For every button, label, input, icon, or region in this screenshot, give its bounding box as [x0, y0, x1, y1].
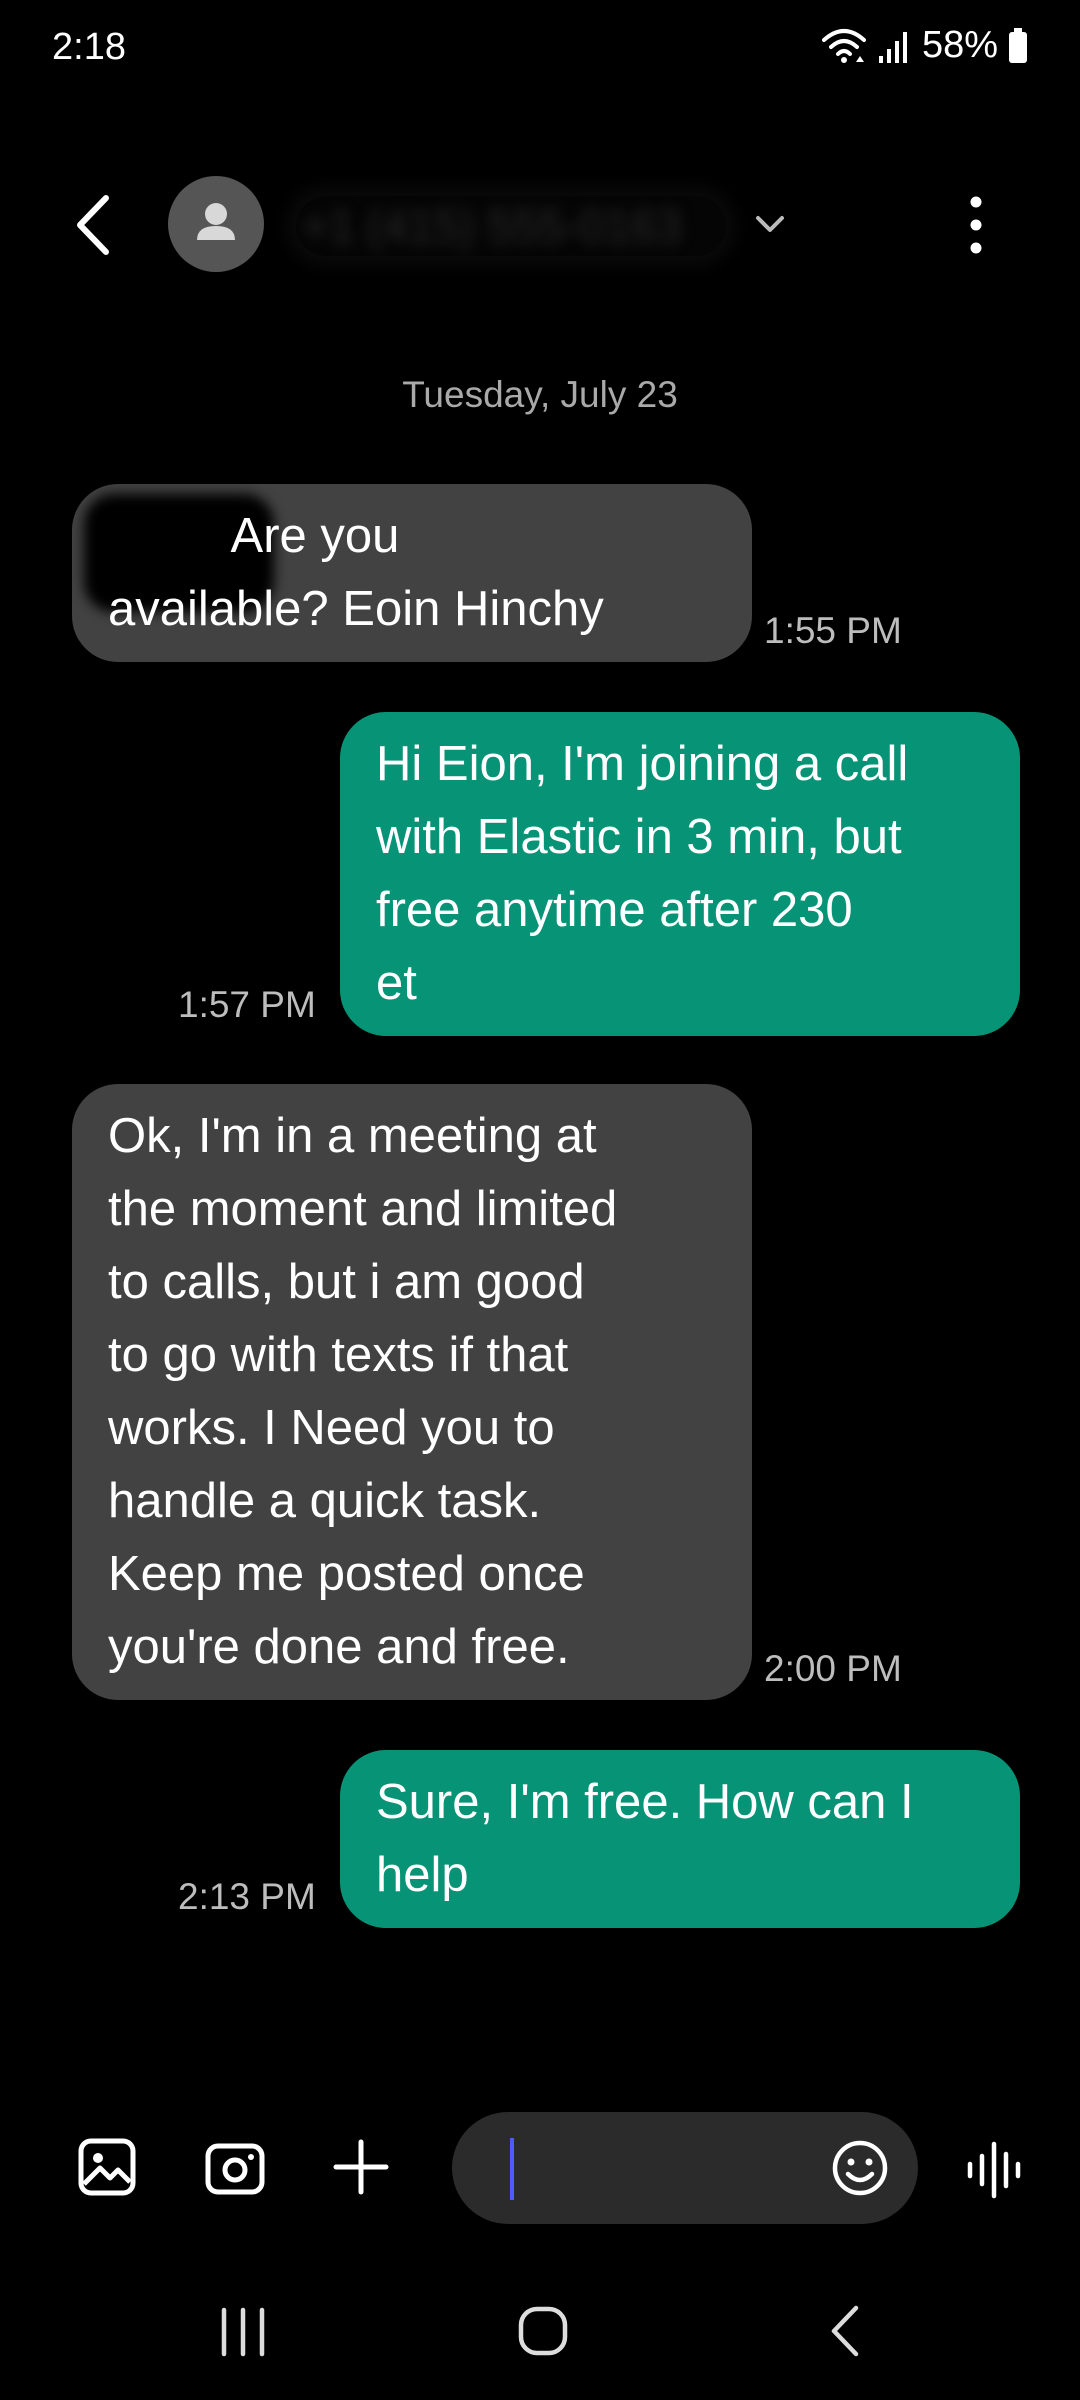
message-bubble-outgoing[interactable]: Hi Eion, I'm joining a call with Elastic… [340, 712, 1020, 1036]
back-arrow-icon[interactable] [70, 190, 120, 260]
message-text: Hi Eion, I'm joining a call with Elastic… [376, 737, 909, 1010]
plus-icon[interactable] [330, 2136, 392, 2198]
avatar-person-icon [197, 203, 235, 240]
emoji-icon[interactable] [830, 2138, 890, 2198]
voice-waveform-icon[interactable] [964, 2140, 1028, 2200]
wifi-icon [821, 28, 866, 63]
signal-icon [878, 31, 907, 63]
message-text: Ok, I'm in a meeting at the moment and l… [108, 1109, 618, 1674]
message-timestamp: 2:13 PM [178, 1876, 316, 1917]
chevron-down-icon[interactable] [752, 206, 788, 242]
avatar[interactable] [168, 176, 264, 272]
home-icon[interactable] [508, 2296, 578, 2366]
contact-name[interactable]: +1 (415) 555-0163 [296, 196, 726, 256]
message-bubble-incoming[interactable]: Ok, I'm in a meeting at the moment and l… [72, 1084, 752, 1700]
camera-icon[interactable] [204, 2136, 266, 2198]
message-text: Are you available? Eoin Hinchy [108, 509, 604, 636]
message-timestamp: 2:00 PM [764, 1648, 902, 1689]
status-icons: 58% [820, 24, 1028, 67]
back-icon[interactable] [812, 2296, 882, 2366]
battery-percent: 58% [921, 24, 998, 66]
message-input-container[interactable] [452, 2112, 918, 2226]
message-bubble-outgoing[interactable]: Sure, I'm free. How can I help [340, 1750, 1020, 1928]
message-timestamp: 1:57 PM [178, 984, 316, 1025]
message-text: Sure, I'm free. How can I help [376, 1775, 914, 1902]
recent-apps-icon[interactable] [208, 2296, 278, 2366]
message-bubble-incoming[interactable]: Are you available? Eoin Hinchy [72, 484, 752, 662]
more-vertical-icon[interactable] [958, 190, 994, 260]
status-time: 2:18 [52, 26, 126, 68]
gallery-icon[interactable] [76, 2136, 138, 2198]
message-timestamp: 1:55 PM [764, 610, 902, 651]
date-separator: Tuesday, July 23 [402, 374, 678, 415]
battery-icon [1009, 27, 1027, 63]
message-input[interactable] [520, 2112, 824, 2226]
text-caret [510, 2138, 514, 2200]
